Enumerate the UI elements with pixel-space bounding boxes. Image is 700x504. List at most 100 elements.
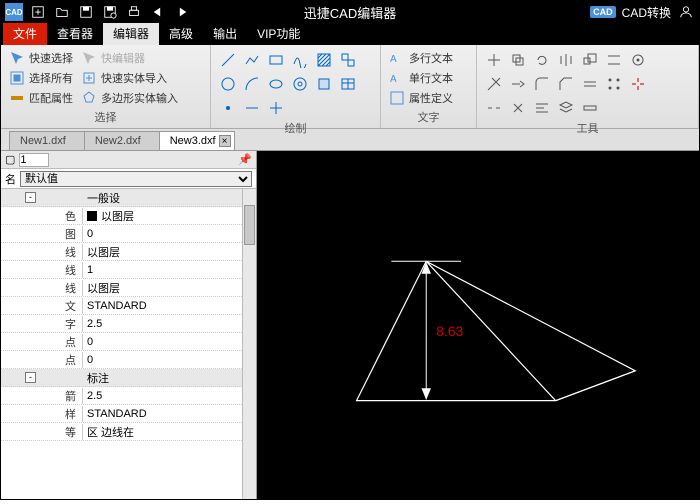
ribbon-group-select: 快速选择 选择所有 匹配属性 快编辑器 快速实体导入 多边形实体输入 选择: [1, 45, 211, 128]
property-tree: -一般设 色以图层 图0 线以图层 线1 线以图层 文STANDARD 字2.5…: [1, 189, 256, 499]
prop-row[interactable]: 线以图层: [1, 279, 256, 297]
prop-row[interactable]: 点0: [1, 351, 256, 369]
ribbon-group-draw: 绘制: [211, 45, 381, 128]
scrollbar-thumb[interactable]: [244, 205, 255, 245]
svg-text:A: A: [390, 74, 397, 85]
mtext-button[interactable]: A多行文本: [387, 49, 455, 67]
dtext-button[interactable]: A单行文本: [387, 69, 455, 87]
undo-icon[interactable]: [149, 3, 167, 21]
prop-row[interactable]: 字2.5: [1, 315, 256, 333]
draw-spline-icon[interactable]: [289, 49, 311, 71]
scrollbar[interactable]: [242, 189, 256, 499]
saveas-icon[interactable]: [101, 3, 119, 21]
tool-fillet-icon[interactable]: [531, 73, 553, 95]
ribbon: 快速选择 选择所有 匹配属性 快编辑器 快速实体导入 多边形实体输入 选择: [1, 45, 699, 129]
panel-tab-icon[interactable]: ▢: [5, 153, 15, 166]
tool-extend-icon[interactable]: [507, 73, 529, 95]
dimension-value: 8.63: [436, 323, 463, 339]
menu-editor[interactable]: 编辑器: [103, 22, 159, 45]
prop-row[interactable]: 等区 边线在: [1, 423, 256, 441]
ribbon-label-draw: 绘制: [217, 119, 374, 137]
tool-layer-icon[interactable]: [555, 97, 577, 119]
draw-xline-icon[interactable]: [265, 97, 287, 119]
object-select[interactable]: 默认值: [20, 171, 252, 187]
draw-ray-icon[interactable]: [241, 97, 263, 119]
app-title: 迅捷CAD编辑器: [304, 3, 396, 22]
file-tab-2[interactable]: New2.dxf: [84, 131, 160, 150]
title-bar: CAD 迅捷CAD编辑器 CAD CAD转换: [1, 1, 699, 23]
tool-array-icon[interactable]: [603, 73, 625, 95]
properties-panel: ▢ 📌 名 默认值 -一般设 色以图层 图0 线以图层 线1 线以图层 文STA…: [1, 151, 257, 499]
redo-icon[interactable]: [173, 3, 191, 21]
color-swatch-icon: [87, 211, 97, 221]
prop-row[interactable]: 文STANDARD: [1, 297, 256, 315]
draw-block-icon[interactable]: [337, 49, 359, 71]
match-prop-button[interactable]: 匹配属性: [7, 89, 75, 107]
prop-row[interactable]: 图0: [1, 225, 256, 243]
ribbon-group-tools: 工具: [477, 45, 699, 128]
tool-settings-icon[interactable]: [627, 49, 649, 71]
tool-join-icon[interactable]: [507, 97, 529, 119]
open-icon[interactable]: [53, 3, 71, 21]
file-tab-3[interactable]: New3.dxf×: [159, 131, 235, 150]
ribbon-label-select: 选择: [7, 108, 204, 126]
menu-viewer[interactable]: 查看器: [47, 22, 103, 45]
tool-stretch-icon[interactable]: [603, 49, 625, 71]
pushpin-icon[interactable]: 📌: [238, 153, 252, 166]
entity-insert-button[interactable]: 快速实体导入: [79, 69, 180, 87]
prop-row[interactable]: 色以图层: [1, 207, 256, 225]
menu-output[interactable]: 输出: [203, 22, 247, 45]
cad-badge-icon: CAD: [590, 6, 616, 18]
tool-trim-icon[interactable]: [483, 73, 505, 95]
tool-mirror-icon[interactable]: [555, 49, 577, 71]
draw-donut-icon[interactable]: [289, 73, 311, 95]
menu-advanced[interactable]: 高级: [159, 22, 203, 45]
prop-row[interactable]: 样STANDARD: [1, 405, 256, 423]
select-all-button[interactable]: 选择所有: [7, 69, 75, 87]
tool-offset-icon[interactable]: [579, 73, 601, 95]
quick-select-button[interactable]: 快速选择: [7, 49, 75, 67]
draw-arc-icon[interactable]: [241, 73, 263, 95]
prop-row[interactable]: 箭2.5: [1, 387, 256, 405]
close-icon[interactable]: ×: [219, 135, 231, 147]
group-general[interactable]: -一般设: [1, 189, 256, 207]
collapse-icon[interactable]: -: [25, 372, 36, 383]
group-dim[interactable]: -标注: [1, 369, 256, 387]
prop-row[interactable]: 点0: [1, 333, 256, 351]
ribbon-label-tools: 工具: [483, 119, 692, 137]
poly-insert-button[interactable]: 多边形实体输入: [79, 89, 180, 107]
drawing-canvas[interactable]: 8.63: [257, 151, 699, 499]
save-icon[interactable]: [77, 3, 95, 21]
panel-tab-input[interactable]: [19, 153, 49, 167]
panel-header: ▢ 📌: [1, 151, 256, 169]
draw-ellipse-icon[interactable]: [265, 73, 287, 95]
menu-file[interactable]: 文件: [3, 22, 47, 45]
draw-point-icon[interactable]: [217, 97, 239, 119]
draw-polyline-icon[interactable]: [241, 49, 263, 71]
menu-vip[interactable]: VIP功能: [247, 22, 310, 45]
tool-align-icon[interactable]: [531, 97, 553, 119]
tool-rotate-icon[interactable]: [531, 49, 553, 71]
collapse-icon[interactable]: -: [25, 192, 36, 203]
cad-convert-link[interactable]: CAD转换: [622, 4, 671, 21]
prop-row[interactable]: 线以图层: [1, 243, 256, 261]
tool-copy-icon[interactable]: [507, 49, 529, 71]
draw-hatch-icon[interactable]: [313, 49, 335, 71]
user-icon[interactable]: [677, 3, 695, 21]
tool-break-icon[interactable]: [483, 97, 505, 119]
attr-def-button[interactable]: 属性定义: [387, 89, 455, 107]
tool-explode-icon[interactable]: [627, 73, 649, 95]
draw-region-icon[interactable]: [313, 73, 335, 95]
tool-chamfer-icon[interactable]: [555, 73, 577, 95]
prop-row[interactable]: 线1: [1, 261, 256, 279]
tool-move-icon[interactable]: [483, 49, 505, 71]
print-icon[interactable]: [125, 3, 143, 21]
tool-scale-icon[interactable]: [579, 49, 601, 71]
new-icon[interactable]: [29, 3, 47, 21]
file-tab-1[interactable]: New1.dxf: [9, 131, 85, 150]
draw-circle-icon[interactable]: [217, 73, 239, 95]
draw-line-icon[interactable]: [217, 49, 239, 71]
tool-measure-icon[interactable]: [579, 97, 601, 119]
draw-rect-icon[interactable]: [265, 49, 287, 71]
draw-table-icon[interactable]: [337, 73, 359, 95]
